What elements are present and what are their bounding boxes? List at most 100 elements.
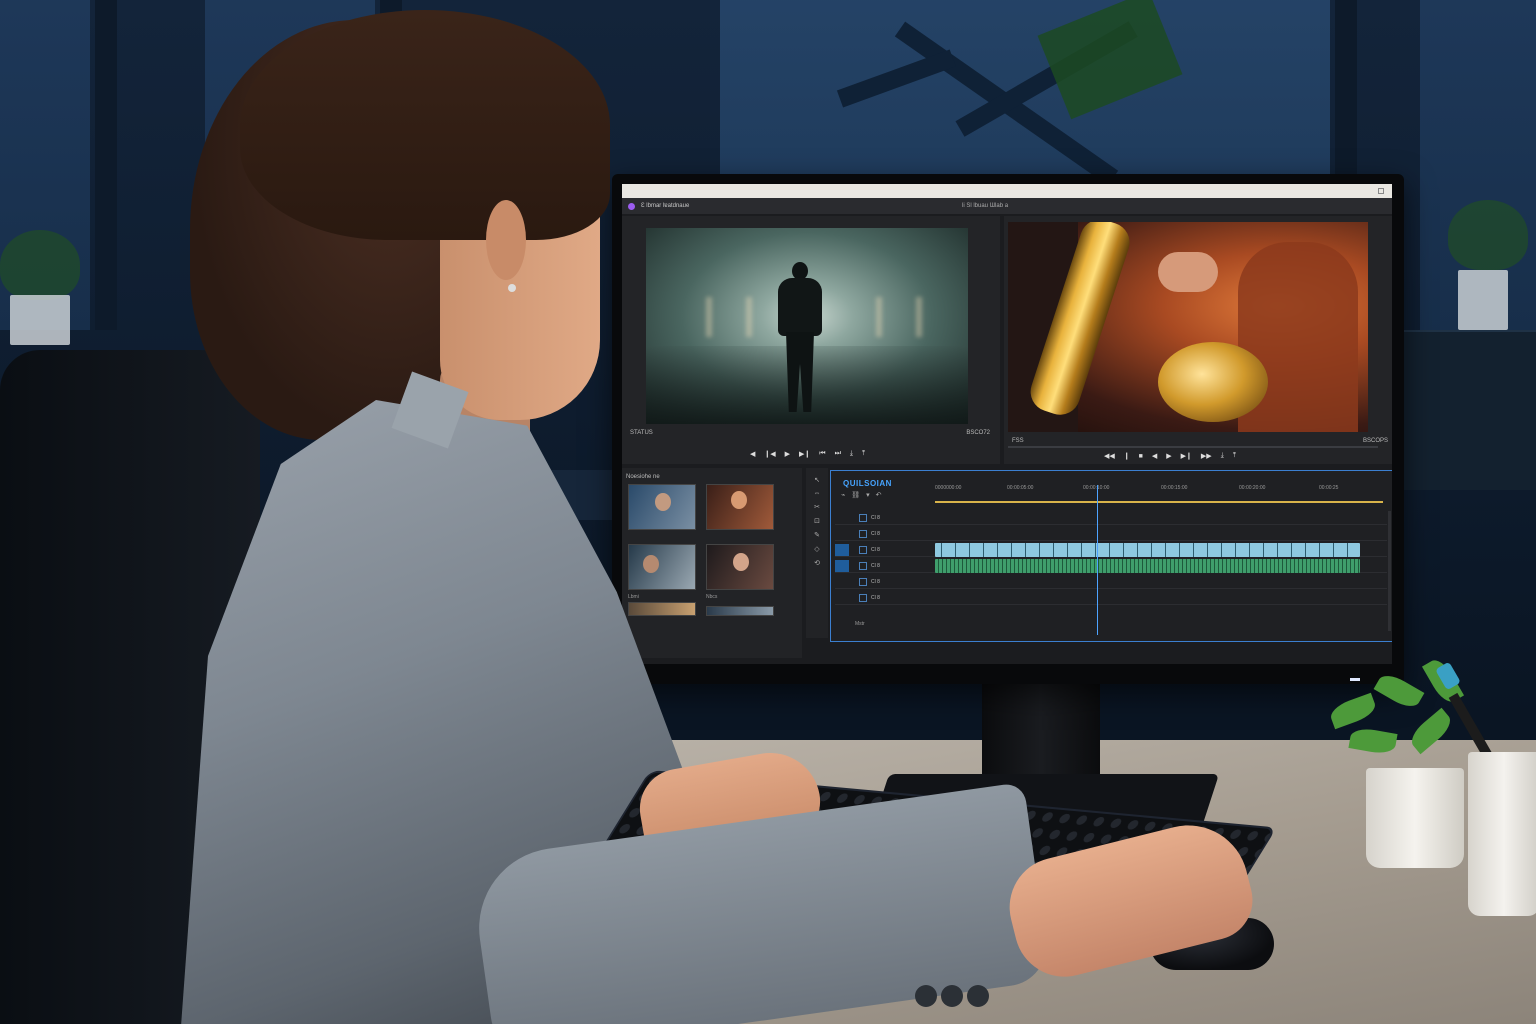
clip-thumbnail[interactable] [628,484,696,530]
corridor-light [706,296,712,337]
track-header: Cl 8 [835,575,931,589]
snap-icon[interactable]: ⌁ [841,491,845,499]
transport-button[interactable]: ❙ [1124,452,1130,460]
project-bin: Noesiohe ne Lbmi Nbcs [622,468,802,658]
maximize-icon[interactable] [1378,188,1384,194]
source-duration[interactable]: BSCO72 [966,430,990,436]
corridor-light [746,296,752,337]
master-track-label: Mstr [855,621,865,627]
bin-title: Noesiohe ne [626,474,660,480]
saxophone-bell [1158,342,1268,422]
transport-button[interactable]: ⏭ [835,450,841,458]
track-row: Cl 8 [835,511,1387,525]
track-target-toggle[interactable] [835,544,849,556]
project-title[interactable]: Ɛ lbmar lɐatdnaue [641,203,689,209]
time-ruler[interactable]: 0000000:00 00:00:05:00 00:00:10:00 00:00… [935,485,1383,499]
eye-icon[interactable] [859,546,867,554]
transport-button[interactable]: ▶❙ [1181,452,1192,460]
track-row: Cl 8 [835,591,1387,605]
extract-button[interactable]: ⤒ [1233,452,1236,460]
video-clip[interactable] [935,543,1360,557]
marker-icon[interactable]: ▾ [866,491,870,499]
mute-icon[interactable] [859,562,867,570]
video-editor-screen: Ɛ lbmar lɐatdnaue li Sl lbuau Ɯlab a STA… [622,184,1392,664]
track-name: Cl 8 [871,515,880,521]
track-name: Cl 8 [871,595,880,601]
background-plant [1448,200,1528,270]
source-status-bar: STATUS BSCO72 [630,430,990,436]
transport-button[interactable]: ⏮ [819,450,825,458]
sequence-name[interactable]: QUILSOIAN [843,479,892,488]
program-video-frame[interactable] [1008,222,1368,432]
ruler-label: 00:00:25 [1319,485,1339,491]
tools-panel: ↖ ⇔ ✂ ⊡ ✎ ◇ ⟲ [806,468,828,638]
program-timecode[interactable]: FSS [1012,438,1024,444]
clip-thumbnail[interactable] [628,544,696,590]
computer-monitor: Ɛ lbmar lɐatdnaue li Sl lbuau Ɯlab a STA… [612,174,1404,684]
track-row: Cl 8 [835,543,1387,557]
clip-thumbnail[interactable] [706,606,774,616]
transport-button[interactable]: ▶▶ [1201,452,1212,460]
ripple-tool-icon[interactable]: ⇔ [814,490,821,497]
program-duration[interactable]: BSCOPS [1363,438,1388,444]
track-header: Cl 8 [835,591,931,605]
thumbnail-label: Nbcs [706,594,718,600]
slip-tool-icon[interactable]: ⊡ [814,517,820,525]
track-header: Cl 8 [835,527,931,541]
track-row: Cl 8 [835,527,1387,541]
play-button[interactable]: ▶ [785,450,790,458]
eye-icon[interactable] [859,530,867,538]
overwrite-button[interactable]: ⤒ [862,450,865,458]
track-target-toggle[interactable] [835,560,849,572]
rotate-tool-icon[interactable]: ⟲ [814,559,820,567]
link-icon[interactable]: ⛓ [851,491,860,499]
transport-button[interactable]: ◀ [1152,452,1157,460]
clip-thumbnail[interactable] [706,544,774,590]
track-name: Cl 8 [871,563,880,569]
eye-icon[interactable] [859,514,867,522]
shape-tool-icon[interactable]: ◇ [814,545,819,553]
audio-clip[interactable] [935,559,1360,573]
ruler-label: 00:00:20:00 [1239,485,1266,491]
work-area-bar[interactable] [935,501,1383,503]
undo-icon[interactable]: ↶ [876,491,882,499]
source-timecode[interactable]: STATUS [630,430,653,436]
mute-icon[interactable] [859,594,867,602]
window-frame [95,0,117,330]
pen-tool-icon[interactable]: ✎ [814,531,820,539]
track-name: Cl 8 [871,579,880,585]
thumbnail-label: Lbmi [628,594,639,600]
background-pot [10,295,70,345]
power-led [1350,678,1360,681]
timeline-scrollbar[interactable] [1388,511,1391,631]
mute-icon[interactable] [859,578,867,586]
earring [508,284,516,292]
background-pot [1458,270,1508,330]
program-scrubber[interactable] [1008,446,1378,448]
source-transport-controls: ◀ ❙◀ ▶ ▶❙ ⏮ ⏭ ⤓ ⤒ [750,450,865,458]
insert-button[interactable]: ⤓ [850,450,853,458]
transport-button[interactable]: ▶❙ [799,450,810,458]
transport-button[interactable]: ◀ [750,450,755,458]
plant-pot [1366,768,1464,868]
playhead[interactable] [1097,485,1098,635]
lift-button[interactable]: ⤓ [1221,452,1224,460]
program-monitor: FSS BSCOPS ◀◀ ❙ ■ ◀ ▶ ▶❙ ▶▶ ⤓ ⤒ [1004,216,1392,464]
workspace-title[interactable]: li Sl lbuau Ɯlab a [962,203,1008,209]
timeline-toolbar: ⌁ ⛓ ▾ ↶ [841,491,882,499]
selection-tool-icon[interactable]: ↖ [814,476,820,484]
play-button[interactable]: ▶ [1166,452,1171,460]
clip-thumbnail[interactable] [706,484,774,530]
razor-tool-icon[interactable]: ✂ [814,503,820,511]
transport-button[interactable]: ◀◀ [1104,452,1115,460]
ear [486,200,526,280]
source-monitor: STATUS BSCO72 ◀ ❙◀ ▶ ▶❙ ⏮ ⏭ ⤓ ⤒ [622,216,1000,464]
program-transport-controls: ◀◀ ❙ ■ ◀ ▶ ▶❙ ▶▶ ⤓ ⤒ [1104,452,1236,460]
clip-thumbnail[interactable] [628,602,696,616]
ruler-label: 00:00:05:00 [1007,485,1034,491]
stop-button[interactable]: ■ [1139,453,1143,460]
source-video-frame[interactable] [646,228,968,424]
program-status-bar: FSS BSCOPS [1012,438,1388,444]
transport-button[interactable]: ❙◀ [764,450,775,458]
track-header: Cl 8 [835,559,931,573]
